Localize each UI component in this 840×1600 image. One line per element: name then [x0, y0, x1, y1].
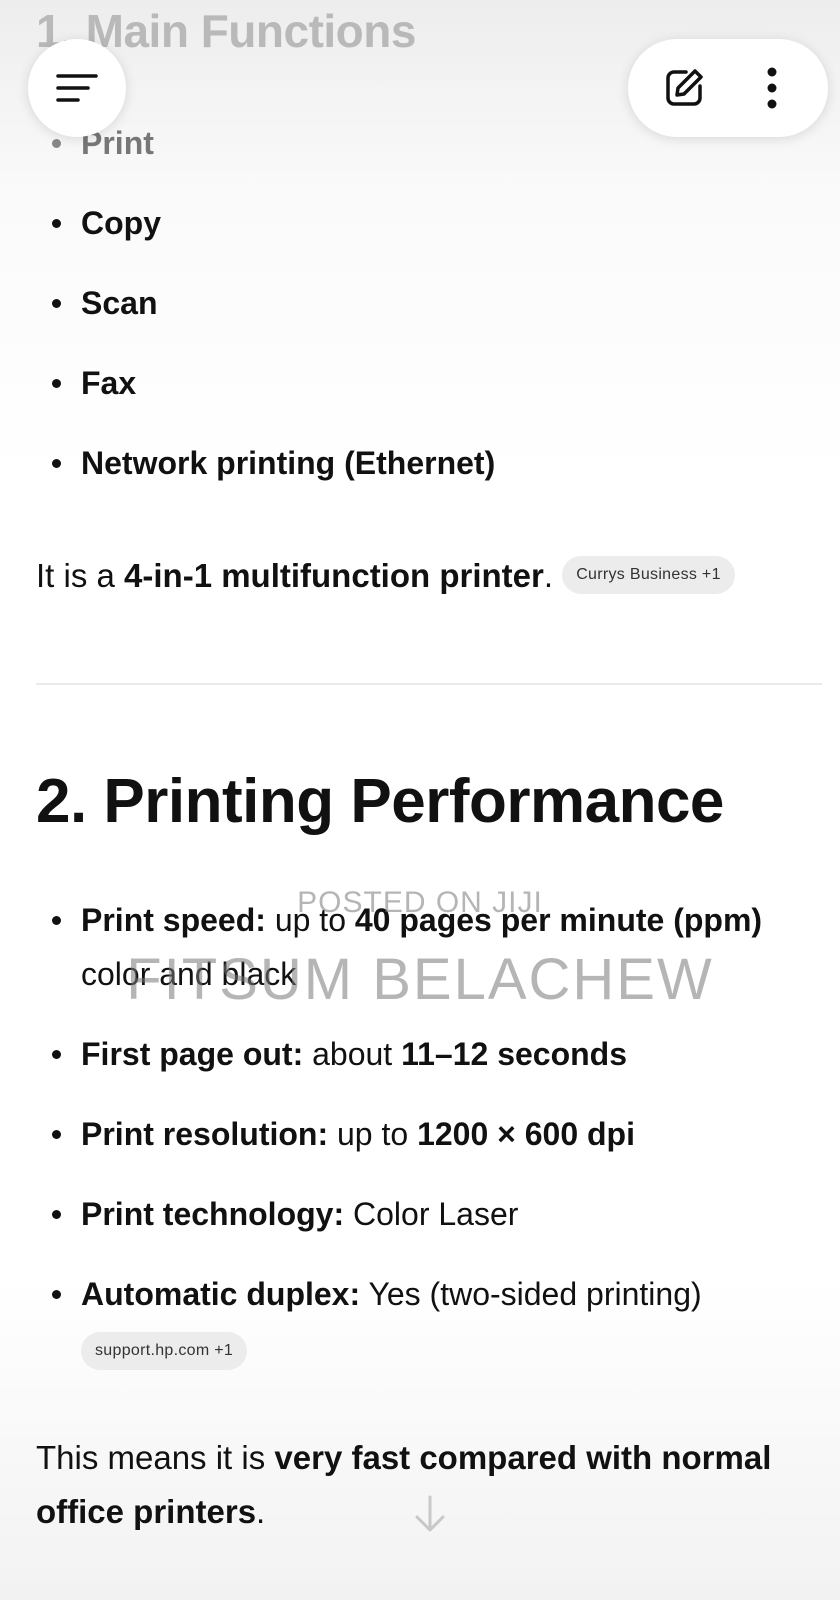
- scroll-down-button[interactable]: [406, 1490, 454, 1538]
- list-item: Print technology: Color Laser: [36, 1187, 826, 1241]
- summary-paragraph: It is a 4-in-1 multifunction printer. Cu…: [36, 549, 826, 603]
- bullet-icon: [52, 299, 61, 308]
- bullet-icon: [52, 139, 61, 148]
- list-item: Network printing (Ethernet): [36, 436, 826, 516]
- list-item: Fax: [36, 356, 826, 436]
- bullet-icon: [52, 459, 61, 468]
- list-item: Print resolution: up to 1200 × 600 dpi: [36, 1107, 826, 1161]
- bullet-icon: [52, 1210, 61, 1219]
- section-heading-printing-performance: 2. Printing Performance: [36, 767, 724, 836]
- menu-button[interactable]: [28, 39, 126, 137]
- bullet-icon: [52, 1050, 61, 1059]
- more-vertical-icon[interactable]: [744, 60, 800, 116]
- bullet-icon: [52, 1290, 61, 1299]
- arrow-down-icon: [406, 1486, 454, 1542]
- menu-icon: [49, 60, 105, 116]
- bullet-icon: [52, 379, 61, 388]
- list-item: Copy: [36, 196, 826, 276]
- top-actions-bar: [628, 39, 828, 137]
- source-chip[interactable]: support.hp.com +1: [81, 1331, 248, 1370]
- bullet-icon: [52, 1130, 61, 1139]
- list-item: Automatic duplex: Yes (two-sided printin…: [36, 1267, 826, 1375]
- list-item: First page out: about 11–12 seconds: [36, 1027, 826, 1081]
- bullet-icon: [52, 916, 61, 925]
- list-item: Print speed: up to 40 pages per minute (…: [36, 893, 826, 1001]
- source-chip[interactable]: Currys Business +1: [562, 556, 735, 595]
- edit-icon[interactable]: [656, 60, 712, 116]
- performance-list: Print speed: up to 40 pages per minute (…: [36, 893, 826, 1401]
- section-divider: [36, 683, 822, 685]
- list-item: Scan: [36, 276, 826, 356]
- bullet-icon: [52, 219, 61, 228]
- functions-list: Print Copy Scan Fax Network printing (Et…: [36, 116, 826, 516]
